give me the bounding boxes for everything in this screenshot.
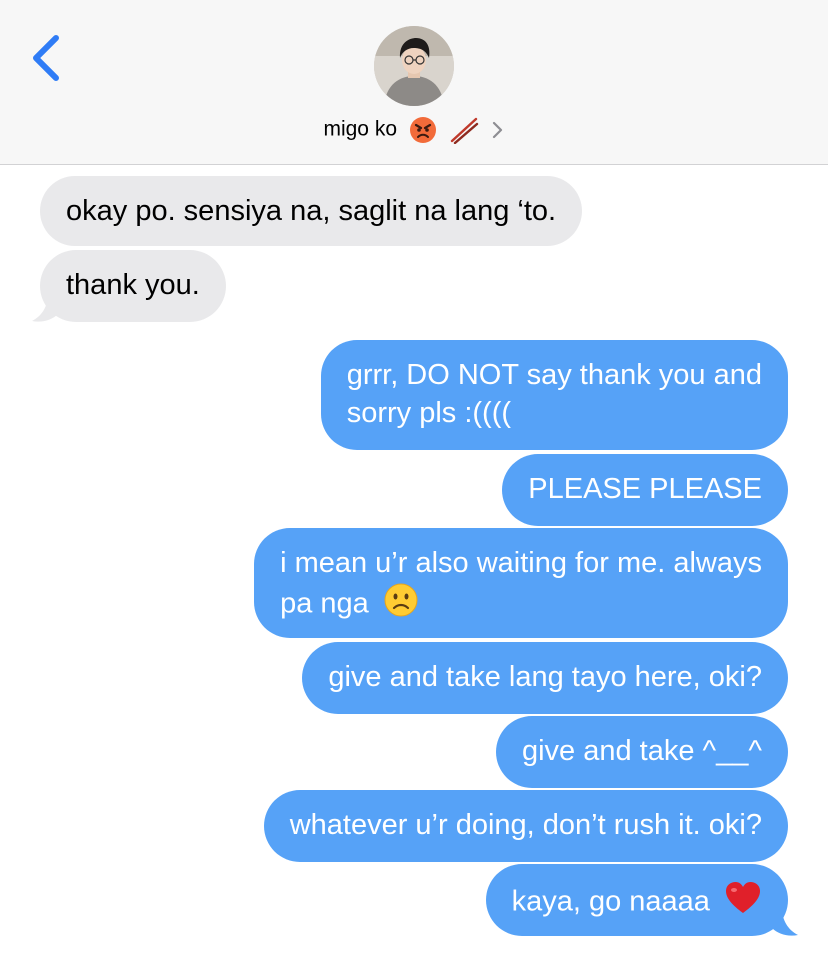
confused-face-emoji xyxy=(383,582,419,628)
angry-face-emoji xyxy=(409,114,437,144)
message-text: kaya, go naaaa xyxy=(511,885,710,918)
incoming-message[interactable]: okay po. sensiya na, saglit na lang ‘to. xyxy=(40,176,583,246)
message-text-line: grrr, DO NOT say thank you and xyxy=(346,359,762,391)
outgoing-message[interactable]: whatever u’r doing, don’t rush it. oki? xyxy=(263,790,788,862)
outgoing-message[interactable]: kaya, go naaaa xyxy=(485,864,788,936)
message-text: whatever u’r doing, don’t rush it. oki? xyxy=(289,809,762,841)
outgoing-message[interactable]: grrr, DO NOT say thank you and sorry pls… xyxy=(320,340,788,450)
message-text: give and take ^__^ xyxy=(521,735,762,767)
red-heart-emoji xyxy=(724,880,762,926)
chevron-right-icon xyxy=(491,114,505,144)
back-button[interactable] xyxy=(26,32,66,84)
message-text: okay po. sensiya na, saglit na lang ‘to. xyxy=(66,195,557,227)
contact-name: migo ko xyxy=(323,117,397,141)
message-text: give and take lang tayo here, oki? xyxy=(328,661,762,693)
chopsticks-emoji xyxy=(449,114,479,145)
message-text-line: i mean u’r also waiting for me. always xyxy=(280,547,762,579)
message-text: thank you. xyxy=(66,269,200,301)
outgoing-message[interactable]: PLEASE PLEASE xyxy=(502,454,788,526)
person-photo xyxy=(374,26,454,106)
chevron-left-icon xyxy=(33,35,59,81)
contact-name-row[interactable]: migo ko xyxy=(0,114,828,145)
conversation-header: migo ko xyxy=(0,0,828,165)
message-text-line: sorry pls :(((( xyxy=(346,397,512,429)
outgoing-bubble-tail xyxy=(772,908,798,936)
outgoing-message[interactable]: i mean u’r also waiting for me. always p… xyxy=(254,528,788,638)
outgoing-message[interactable]: give and take lang tayo here, oki? xyxy=(302,642,788,714)
incoming-bubble-tail xyxy=(32,294,58,322)
message-text-line: pa nga xyxy=(280,587,369,620)
outgoing-message[interactable]: give and take ^__^ xyxy=(495,716,788,788)
incoming-message[interactable]: thank you. xyxy=(40,250,226,322)
contact-avatar[interactable] xyxy=(374,26,454,106)
message-text: PLEASE PLEASE xyxy=(528,473,762,505)
